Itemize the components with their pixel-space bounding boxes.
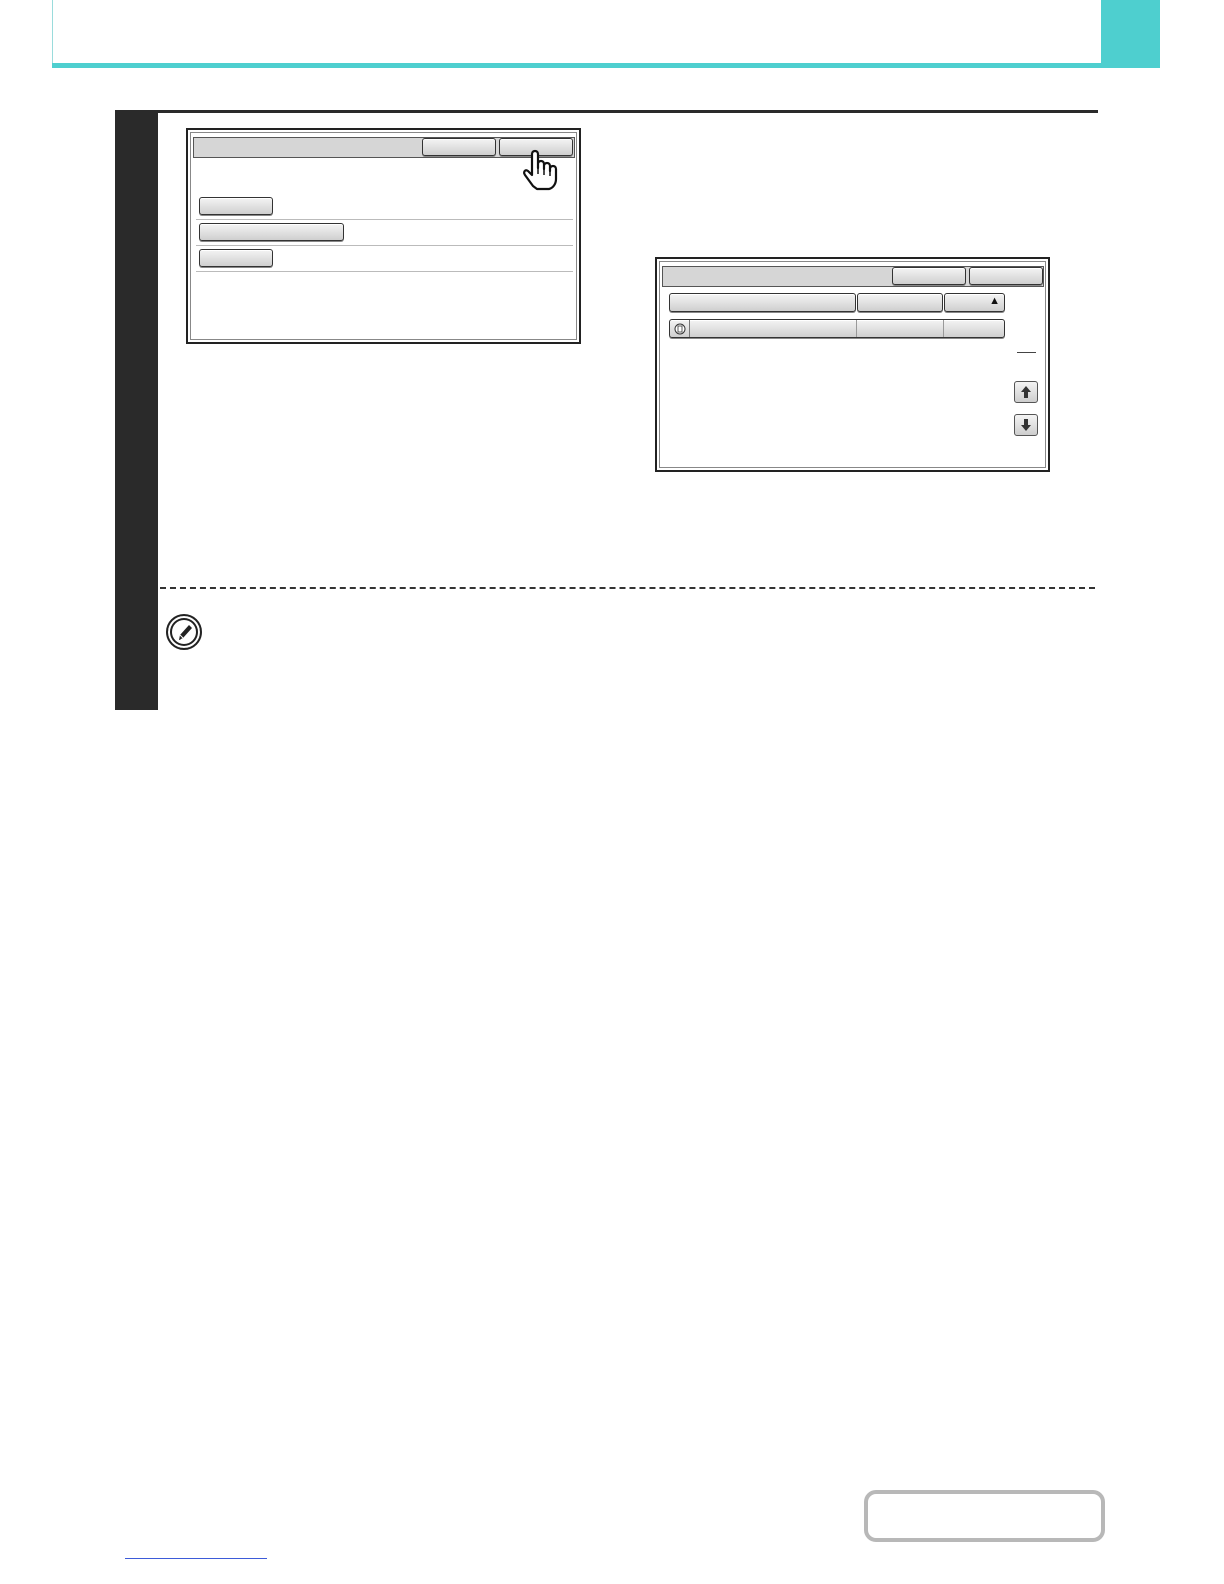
- document-icon: [674, 323, 686, 335]
- hand-pointer-icon: [523, 149, 558, 191]
- screen-panel-2: ▲: [655, 257, 1050, 472]
- step-top-rule: [158, 110, 1098, 113]
- list-row-divider-2: [856, 320, 857, 337]
- panel-2-title-button-2[interactable]: [969, 267, 1043, 285]
- column-header-2[interactable]: [857, 293, 943, 312]
- header-left-line: [52, 0, 53, 63]
- panel-1-option-button-2[interactable]: [199, 223, 344, 241]
- list-row-divider-3: [943, 320, 944, 337]
- panel-1-option-button-3[interactable]: [199, 249, 273, 267]
- list-row-divider-1: [689, 320, 690, 337]
- column-header-1[interactable]: [669, 293, 856, 312]
- page-indicator: [1017, 352, 1036, 353]
- arrow-up-icon: [1021, 386, 1031, 398]
- panel-1-title-button-1[interactable]: [422, 138, 496, 156]
- column-header-sort[interactable]: ▲: [944, 293, 1005, 312]
- panel-1-option-button-1[interactable]: [199, 197, 273, 215]
- pencil-icon: [166, 614, 202, 650]
- note-divider: [160, 587, 1095, 589]
- list-row[interactable]: [669, 319, 1005, 338]
- scroll-up-button[interactable]: [1014, 381, 1038, 403]
- panel-1-separator-2: [196, 245, 573, 246]
- pencil-glyph: [179, 625, 192, 640]
- header-tab: [1101, 0, 1160, 68]
- triangle-up-icon: ▲: [989, 295, 1000, 307]
- header-rule: [52, 63, 1160, 68]
- footer-link[interactable]: [125, 1558, 267, 1559]
- step-number-bar: [115, 110, 158, 710]
- arrow-down-icon: [1021, 419, 1031, 431]
- panel-1-separator-1: [196, 219, 573, 220]
- panel-2-title-button-1[interactable]: [892, 267, 966, 285]
- scroll-down-button[interactable]: [1014, 414, 1038, 436]
- panel-1-separator-3: [196, 271, 573, 272]
- contents-button[interactable]: [864, 1490, 1105, 1542]
